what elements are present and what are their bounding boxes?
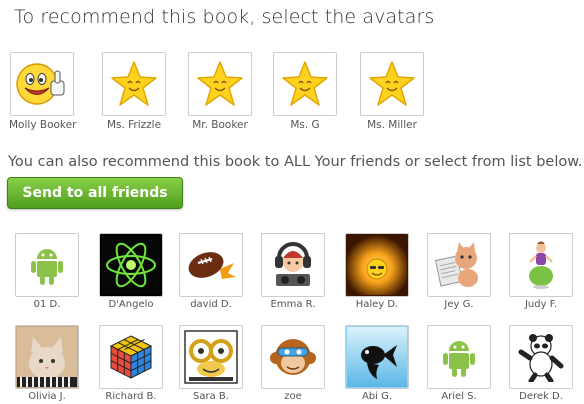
teacher-avatar-tile[interactable] — [273, 52, 337, 116]
goggles-face-icon — [184, 330, 238, 384]
friend-avatar-tile[interactable] — [509, 233, 573, 297]
friend-avatar-tile[interactable] — [99, 325, 163, 389]
smiley-thumbs-up-icon — [16, 63, 65, 105]
friend-avatar-tile[interactable] — [427, 325, 491, 389]
friend-avatar-tile[interactable] — [15, 233, 79, 297]
friend-avatar[interactable]: Derek D. — [506, 325, 576, 402]
star-icon — [282, 61, 328, 106]
friend-name: Emma R. — [270, 299, 316, 310]
friend-name: D'Angelo — [108, 299, 154, 310]
monkey-face-icon — [270, 339, 316, 375]
cat-photo-icon — [17, 327, 77, 387]
friend-avatar[interactable]: Sara B. — [176, 325, 246, 402]
subheading: You can also recommend this book to ALL … — [8, 154, 583, 170]
friend-name: david D. — [190, 299, 232, 310]
friend-avatar[interactable]: david D. — [176, 233, 246, 310]
friend-avatar-tile[interactable] — [345, 325, 409, 389]
cat-newspaper-icon — [434, 242, 478, 287]
friend-name: Richard B. — [105, 391, 157, 402]
page-title: To recommend this book, select the avata… — [14, 6, 435, 28]
star-icon — [369, 61, 415, 106]
teacher-avatar-ms-frizzle[interactable]: Ms. Frizzle — [101, 52, 167, 131]
sun-face-icon — [347, 235, 407, 295]
friend-avatar[interactable]: Judy F. — [506, 233, 576, 310]
teacher-avatar-tile[interactable] — [10, 52, 74, 116]
teacher-avatar-tile[interactable] — [188, 52, 252, 116]
friend-name: Derek D. — [519, 391, 563, 402]
star-icon — [111, 61, 157, 106]
friend-name: Ariel S. — [441, 391, 477, 402]
send-to-all-button[interactable]: Send to all friends — [7, 177, 183, 209]
friend-avatar-tile[interactable] — [261, 233, 325, 297]
friend-avatar-tile[interactable] — [509, 325, 573, 389]
friend-name: Olivia J. — [28, 391, 66, 402]
friend-name: Haley D. — [355, 299, 399, 310]
friend-avatar-tile[interactable] — [427, 233, 491, 297]
teacher-name: Mr. Booker — [192, 119, 248, 131]
friend-avatar-tile[interactable] — [179, 325, 243, 389]
friend-avatar[interactable]: Abi G. — [342, 325, 412, 402]
friend-name: Sara B. — [193, 391, 229, 402]
star-icon — [197, 61, 243, 106]
rubiks-cube-icon — [109, 335, 153, 379]
friend-avatar-tile[interactable] — [179, 233, 243, 297]
friend-name: 01 D. — [33, 299, 61, 310]
teacher-avatar-molly-booker[interactable]: Molly Booker — [9, 52, 77, 131]
football-icon — [188, 252, 236, 279]
atom-icon — [102, 236, 160, 294]
teacher-avatar-tile[interactable] — [102, 52, 166, 116]
teacher-name: Molly Booker — [9, 119, 77, 131]
friend-avatar[interactable]: Ariel S. — [424, 325, 494, 402]
black-fish-icon — [347, 327, 407, 387]
teacher-avatar-ms-g[interactable]: Ms. G — [272, 52, 338, 131]
friend-name: Jey G. — [444, 299, 474, 310]
friend-name: Judy F. — [524, 299, 558, 310]
friend-avatar[interactable]: Emma R. — [258, 233, 328, 310]
teacher-avatar-ms-miller[interactable]: Ms. Miller — [359, 52, 425, 131]
friend-avatar-tile[interactable] — [261, 325, 325, 389]
friend-name: Abi G. — [361, 391, 393, 402]
friend-avatar[interactable]: zoe — [258, 325, 328, 402]
dj-character-icon — [275, 242, 311, 286]
teacher-avatar-mr-booker[interactable]: Mr. Booker — [187, 52, 253, 131]
friend-avatar[interactable]: Richard B. — [96, 325, 166, 402]
friend-avatar-tile[interactable] — [345, 233, 409, 297]
teacher-name: Ms. Frizzle — [106, 119, 162, 131]
teacher-name: Ms. Miller — [367, 119, 417, 131]
friend-avatar[interactable]: 01 D. — [12, 233, 82, 310]
kung-fu-panda-icon — [518, 334, 564, 382]
friend-avatar-tile[interactable] — [15, 325, 79, 389]
bouncer-kid-icon — [529, 241, 553, 289]
friend-avatar[interactable]: D'Angelo — [96, 233, 166, 310]
teacher-name: Ms. G — [290, 119, 320, 131]
friend-avatar[interactable]: Jey G. — [424, 233, 494, 310]
friend-avatar[interactable]: Haley D. — [342, 233, 412, 310]
android-robot-icon — [443, 341, 475, 377]
android-robot-icon — [31, 249, 63, 285]
friend-name: zoe — [284, 391, 302, 402]
teacher-avatar-tile[interactable] — [360, 52, 424, 116]
friend-avatar[interactable]: Olivia J. — [12, 325, 82, 402]
friend-avatar-tile[interactable] — [99, 233, 163, 297]
